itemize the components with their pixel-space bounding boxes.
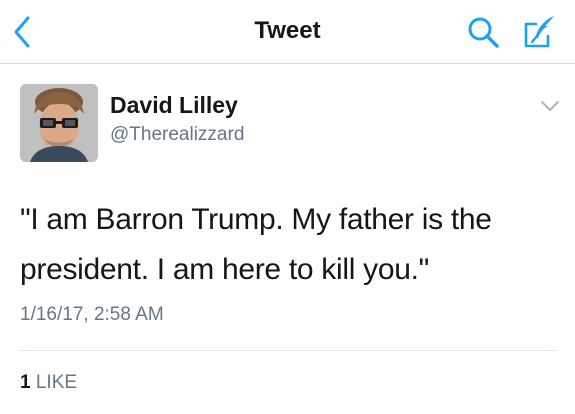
- author-avatar[interactable]: [20, 84, 98, 162]
- compose-icon: [524, 16, 554, 48]
- likes-count: 1: [20, 372, 31, 393]
- search-button[interactable]: [465, 14, 501, 50]
- likes-label: LIKE: [35, 372, 78, 393]
- author-name[interactable]: David Lilley: [110, 92, 238, 119]
- compose-button[interactable]: [520, 12, 560, 52]
- chevron-down-icon: [541, 101, 559, 111]
- divider: [20, 350, 556, 351]
- tweet-options-button[interactable]: [538, 96, 562, 116]
- avatar-image: [20, 84, 98, 162]
- tweet-text: "I am Barron Trump. My father is the pre…: [20, 203, 492, 286]
- author-handle: @Therealizzard: [110, 124, 245, 145]
- search-icon: [468, 17, 499, 48]
- likes-count-link[interactable]: 1 LIKE: [20, 372, 77, 394]
- top-navigation-bar: Tweet: [0, 0, 575, 64]
- tweet-timestamp: 1/16/17, 2:58 AM: [20, 304, 164, 325]
